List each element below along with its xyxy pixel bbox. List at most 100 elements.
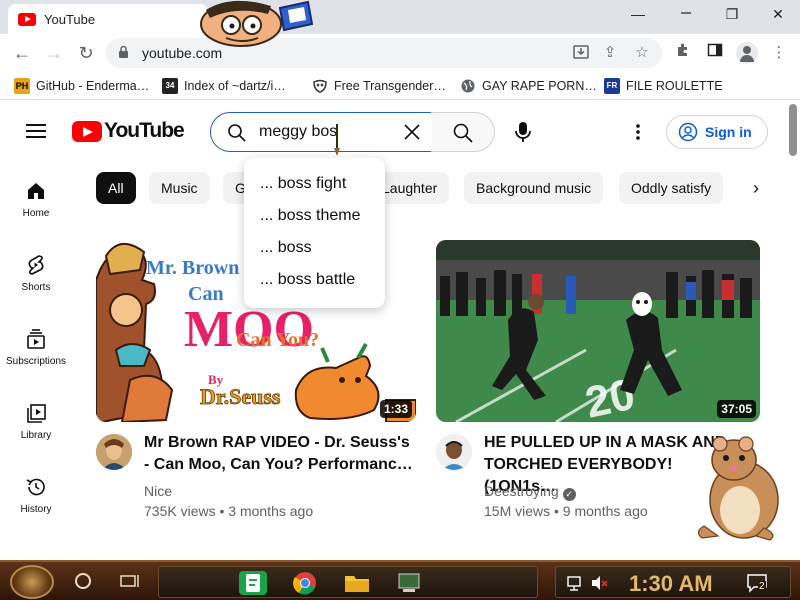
network-icon[interactable]: [566, 574, 584, 592]
filter-chips: All Music G Laughter Background music Od…: [96, 172, 786, 204]
channel-row[interactable]: Deestroying ✓: [484, 481, 576, 501]
forward-arrow-icon[interactable]: →: [42, 41, 66, 65]
nav-item-history[interactable]: History: [0, 476, 72, 540]
start-button-icon[interactable]: [10, 565, 54, 599]
suggestion-item[interactable]: ... boss theme: [244, 200, 385, 232]
system-tray: 1:30 AM 2: [555, 566, 791, 598]
library-icon: [27, 404, 46, 423]
chip-all[interactable]: All: [96, 172, 136, 204]
bookmark-label: GitHub - Enderma…: [36, 79, 150, 93]
nav-item-library[interactable]: Library: [0, 402, 72, 466]
settings-kebab-icon[interactable]: [628, 122, 648, 142]
bookmark-item[interactable]: Free Transgender…: [312, 77, 446, 95]
chip-music[interactable]: Music: [149, 172, 210, 204]
page-scrollbar[interactable]: [786, 100, 800, 560]
shorts-icon: [28, 255, 44, 275]
left-navigation: Home Shorts Subscriptions Library Histor…: [0, 162, 72, 560]
address-bar[interactable]: youtube.com ⇪ ☆: [106, 38, 662, 68]
video-thumbnail[interactable]: 20 37:05: [436, 240, 760, 422]
terminal-app-icon[interactable]: [395, 571, 423, 595]
youtube-header: YouTube meggy bos Sign in: [0, 100, 786, 162]
sign-in-label: Sign in: [705, 124, 752, 140]
nav-item-shorts[interactable]: Shorts: [0, 254, 72, 318]
bookmark-item[interactable]: FR FILE ROULETTE: [604, 77, 723, 95]
bookmark-item[interactable]: GAY RAPE PORN…: [460, 77, 597, 95]
browser-tab-strip: YouTube — ❐ ✕: [0, 0, 800, 34]
notes-app-icon[interactable]: [239, 571, 267, 595]
file-explorer-icon[interactable]: [343, 571, 371, 595]
thumb-text-can-you: Can You?: [236, 329, 319, 351]
tab-title: YouTube: [44, 11, 96, 27]
channel-avatar[interactable]: [96, 434, 132, 470]
nav-label: History: [20, 504, 52, 515]
notification-count: 2: [758, 581, 766, 592]
search-button[interactable]: [431, 112, 495, 152]
video-meta: 15M views • 9 months ago: [484, 503, 648, 519]
task-view-icon[interactable]: [120, 573, 140, 589]
hamster-sticker-icon: [697, 436, 779, 541]
nav-item-home[interactable]: Home: [0, 180, 72, 244]
video-meta: 735K views • 3 months ago: [144, 503, 314, 519]
cartoon-head-sticker-icon: [200, 0, 314, 47]
channel-name[interactable]: Nice: [144, 481, 172, 501]
home-icon: [28, 183, 44, 199]
sign-in-button[interactable]: Sign in: [666, 115, 768, 149]
video-title-line1[interactable]: Mr Brown RAP VIDEO - Dr. Seuss's: [144, 432, 414, 454]
bookmark-item[interactable]: 34 Index of ~dartz/i…: [162, 77, 286, 95]
side-panel-icon[interactable]: [704, 42, 726, 64]
youtube-logo-text[interactable]: YouTube: [104, 119, 185, 143]
bookmark-star-icon[interactable]: ☆: [632, 43, 652, 63]
nav-item-subscriptions[interactable]: Subscriptions: [0, 328, 72, 392]
file-roulette-icon: FR: [604, 78, 620, 94]
minimize-icon[interactable]: [674, 6, 698, 23]
suggestion-item[interactable]: ... boss fight: [244, 168, 385, 200]
minimize-button[interactable]: —: [626, 6, 650, 22]
share-icon[interactable]: ⇪: [600, 43, 620, 63]
scrollbar-thumb[interactable]: [789, 104, 797, 156]
video-duration: 37:05: [717, 400, 756, 418]
channel-avatar[interactable]: [436, 434, 472, 470]
thumb-text-mr-brown: Mr. Brown: [146, 257, 239, 279]
close-window-button[interactable]: ✕: [766, 6, 790, 23]
taskbar-clock[interactable]: 1:30 AM: [629, 571, 713, 597]
volume-muted-icon[interactable]: [590, 574, 608, 592]
cortana-circle-icon[interactable]: [75, 573, 91, 589]
bookmark-label: Index of ~dartz/i…: [184, 79, 286, 93]
browser-tab[interactable]: YouTube: [8, 4, 208, 34]
menu-hamburger-icon[interactable]: [26, 124, 46, 138]
chevron-right-icon[interactable]: ›: [742, 172, 770, 204]
channel-name[interactable]: Deestroying: [484, 483, 559, 499]
install-app-icon[interactable]: [572, 43, 592, 63]
video-title-line2[interactable]: - Can Moo, Can You? Performanc…: [144, 454, 414, 476]
chrome-menu-icon[interactable]: ⋮: [768, 42, 790, 64]
thumb-text-dr-seuss: Dr.Seuss: [200, 384, 281, 409]
reload-icon[interactable]: ↻: [74, 41, 98, 65]
bookmarks-bar: PH GitHub - Enderma… 34 Index of ~dartz/…: [0, 72, 800, 100]
clear-search-icon[interactable]: [401, 121, 423, 143]
suggestion-item[interactable]: ... boss: [244, 232, 385, 264]
verified-check-icon: ✓: [562, 488, 576, 501]
thumbnail-art: 20: [436, 240, 760, 422]
extensions-puzzle-icon[interactable]: [672, 42, 694, 64]
chrome-app-icon[interactable]: [291, 571, 319, 595]
video-duration: 1:33: [379, 400, 412, 418]
notification-center-icon[interactable]: 2: [746, 573, 768, 593]
youtube-logo-icon[interactable]: [72, 121, 102, 142]
nav-label: Subscriptions: [5, 356, 67, 367]
profile-avatar-icon[interactable]: [736, 42, 758, 64]
index-icon: 34: [162, 78, 178, 94]
chip-oddly-satisfying[interactable]: Oddly satisfy: [619, 172, 724, 204]
search-suggestions: ... boss fight ... boss theme ... boss .…: [244, 158, 385, 308]
nav-label: Home: [22, 208, 50, 219]
mask-icon: [312, 78, 328, 94]
back-arrow-icon[interactable]: ←: [10, 41, 34, 65]
suggestion-item[interactable]: ... boss battle: [244, 264, 385, 296]
nav-label: Shorts: [21, 282, 51, 293]
chip-background-music[interactable]: Background music: [464, 172, 604, 204]
search-icon: [453, 123, 473, 143]
maximize-button[interactable]: ❐: [720, 6, 744, 23]
bookmark-item[interactable]: PH GitHub - Enderma…: [14, 77, 149, 95]
lock-icon: [119, 45, 128, 58]
search-input[interactable]: meggy bos: [210, 112, 432, 152]
microphone-icon[interactable]: [512, 120, 534, 144]
